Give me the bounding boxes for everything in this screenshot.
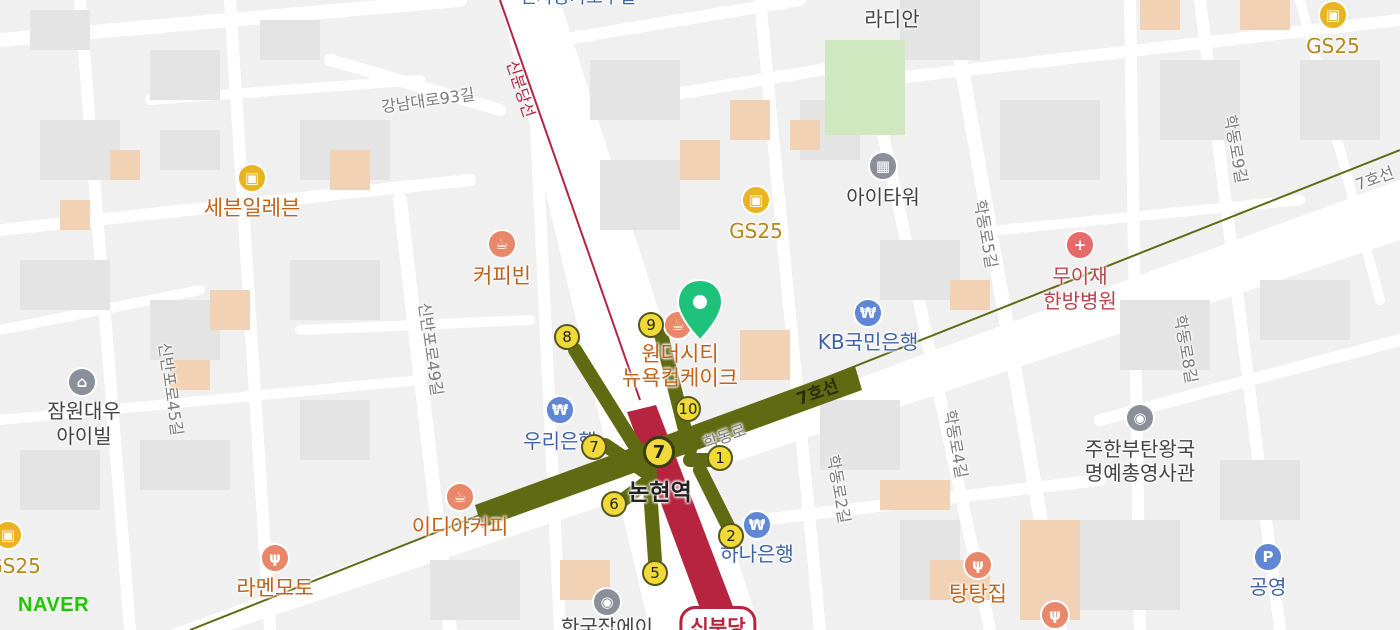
store-icon: ▣ [237, 163, 267, 193]
bank-icon: ₩ [853, 298, 883, 328]
label-muijae: 무이재 [1052, 264, 1108, 288]
label-tangtang: 탕탕집 [949, 582, 1007, 606]
restaurant-icon: ψ [1040, 600, 1070, 630]
exit-7[interactable]: 7 [581, 434, 607, 460]
map-view[interactable]: ▣ ▣ ▣ ▣ ▦ ⌂ + ☕ ☕ ☕ ₩ ₩ ₩ ◉ ψ ψ ψ P ◉ 라디… [0, 0, 1400, 630]
store-icon: ▣ [1318, 0, 1348, 30]
sinbundang-station-badge[interactable]: 신분당 [679, 606, 757, 630]
label-kb-bank: KB국민은행 [817, 330, 919, 354]
embassy-icon: ◉ [1125, 403, 1155, 433]
restaurant-icon: ψ [963, 550, 993, 580]
building-icon: ◉ [592, 587, 622, 617]
label-jamwon-ibil: 아이빌 [56, 424, 112, 448]
label-gs25: GS25 [0, 554, 41, 578]
exit-5[interactable]: 5 [642, 560, 668, 586]
exit-1[interactable]: 1 [707, 445, 733, 471]
cafe-icon: ☕ [487, 229, 517, 259]
label-top-cut: 신사동가로수길 [520, 0, 636, 9]
bank-icon: ₩ [742, 510, 772, 540]
exit-2[interactable]: 2 [718, 523, 744, 549]
hospital-icon: + [1065, 230, 1095, 260]
building-icon: ▦ [868, 151, 898, 181]
label-bhutan: 주한부탄왕국 [1084, 437, 1196, 461]
restaurant-icon: ψ [260, 543, 290, 573]
label-wonder-city: 원더시티 [641, 342, 719, 366]
label-radian: 라디안 [864, 7, 920, 31]
station-name[interactable]: 논현역 [628, 480, 691, 506]
label-i-tower: 아이타워 [846, 185, 920, 209]
label-ediya: 이디야커피 [411, 515, 509, 539]
label-korea: 한국잡에이 [561, 615, 653, 630]
naver-logo: NAVER [18, 594, 90, 616]
location-pin-icon[interactable] [675, 278, 725, 344]
cafe-icon: ☕ [445, 482, 475, 512]
label-seven-eleven: 세븐일레븐 [203, 196, 301, 220]
label-coffee-bean: 커피빈 [473, 264, 531, 288]
exit-9[interactable]: 9 [638, 312, 664, 338]
label-muijae-hospital: 한방병원 [1043, 289, 1117, 313]
label-ramen: 라멘모토 [236, 576, 314, 600]
label-bhutan-consulate: 명예총영사관 [1084, 461, 1196, 485]
station-hub[interactable]: 7 [643, 436, 675, 468]
parking-icon: P [1253, 542, 1283, 572]
exit-10[interactable]: 10 [675, 396, 701, 422]
label-jamwon: 잠원대우 [47, 399, 121, 423]
building-icon: ⌂ [67, 367, 97, 397]
store-icon: ▣ [741, 185, 771, 215]
exit-8[interactable]: 8 [554, 324, 580, 350]
label-newyork-cupcake: 뉴욕컵케이크 [622, 366, 738, 390]
exit-6[interactable]: 6 [601, 491, 627, 517]
bank-icon: ₩ [545, 395, 575, 425]
label-gs25: GS25 [729, 219, 783, 243]
label-parking: 공영 [1249, 575, 1287, 599]
park-area [825, 40, 905, 135]
label-gs25: GS25 [1306, 34, 1360, 58]
